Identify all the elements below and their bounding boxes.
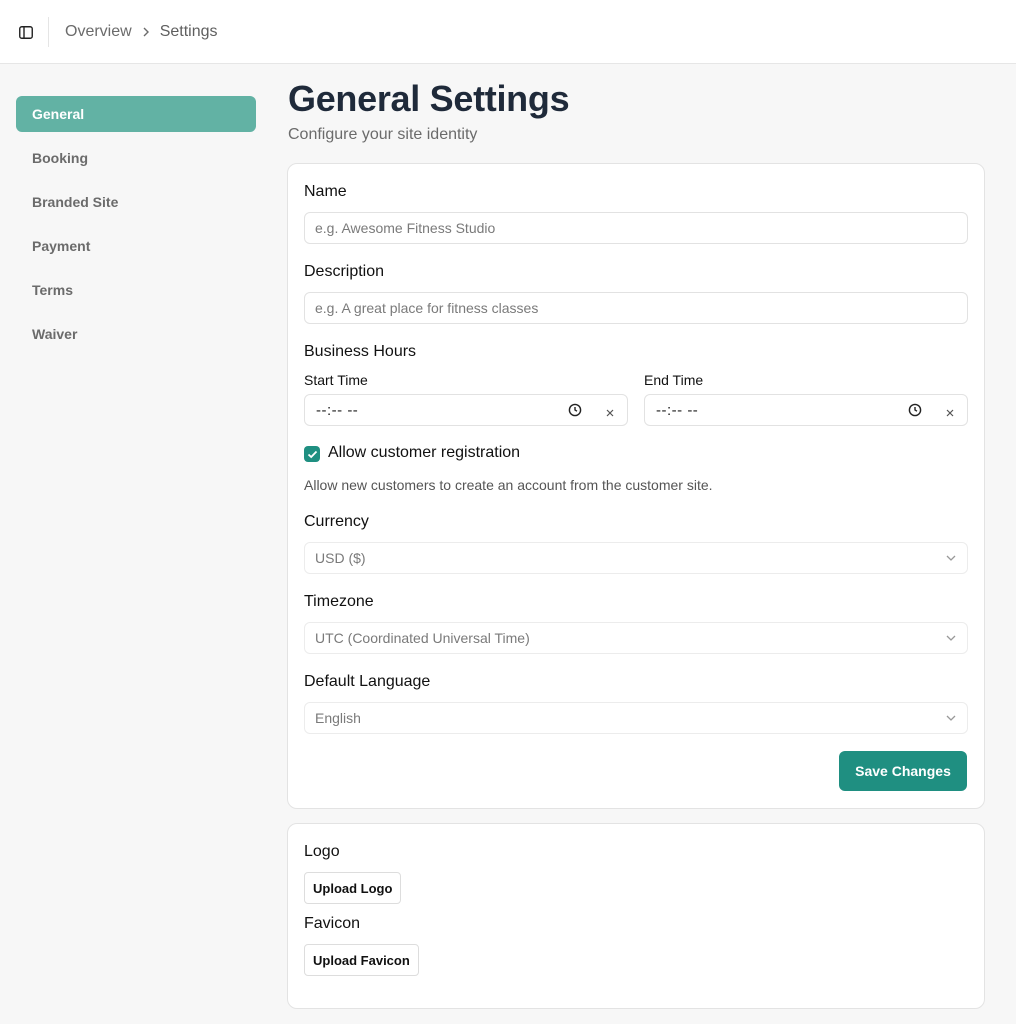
currency-select[interactable]: USD ($) xyxy=(304,542,968,574)
timezone-value: UTC (Coordinated Universal Time) xyxy=(315,630,530,646)
clock-icon[interactable] xyxy=(568,403,582,417)
page-title: General Settings xyxy=(288,78,570,119)
sidebar-item-general[interactable]: General xyxy=(16,96,256,132)
top-bar: Overview Settings xyxy=(0,0,1016,64)
currency-label: Currency xyxy=(304,513,369,530)
topbar-divider xyxy=(48,17,49,47)
name-label: Name xyxy=(304,183,347,200)
chevron-down-icon xyxy=(946,555,956,561)
timezone-select[interactable]: UTC (Coordinated Universal Time) xyxy=(304,622,968,654)
breadcrumb-overview-link[interactable]: Overview xyxy=(65,23,132,41)
clear-icon[interactable] xyxy=(605,405,615,417)
favicon-label: Favicon xyxy=(304,915,361,932)
chevron-right-icon xyxy=(142,26,150,38)
business-hours-label: Business Hours xyxy=(304,343,417,360)
sidebar-item-payment[interactable]: Payment xyxy=(16,228,256,264)
currency-value: USD ($) xyxy=(315,550,366,566)
allow-registration-label[interactable]: Allow customer registration xyxy=(328,444,520,462)
clear-icon[interactable] xyxy=(945,405,955,417)
settings-sidebar: General Booking Branded Site Payment Ter… xyxy=(16,96,256,360)
timezone-label: Timezone xyxy=(304,593,374,610)
description-input[interactable] xyxy=(304,292,968,324)
start-time-value: --:-- -- xyxy=(316,401,359,419)
sidebar-item-booking[interactable]: Booking xyxy=(16,140,256,176)
upload-favicon-button[interactable]: Upload Favicon xyxy=(304,944,419,976)
allow-registration-checkbox[interactable] xyxy=(304,446,320,462)
general-settings-card: Name Description Business Hours Start Ti… xyxy=(287,163,985,809)
branding-assets-card: Logo Upload Logo Favicon Upload Favicon xyxy=(287,823,985,1009)
breadcrumb: Overview Settings xyxy=(65,20,218,44)
default-language-label: Default Language xyxy=(304,673,431,690)
breadcrumb-current: Settings xyxy=(159,23,218,40)
save-changes-button[interactable]: Save Changes xyxy=(839,751,967,791)
check-icon xyxy=(307,450,317,458)
clock-icon[interactable] xyxy=(908,403,922,417)
description-label: Description xyxy=(304,263,385,280)
end-time-input[interactable]: --:-- -- xyxy=(644,394,968,426)
sidebar-item-terms[interactable]: Terms xyxy=(16,272,256,308)
name-input[interactable] xyxy=(304,212,968,244)
chevron-down-icon xyxy=(946,715,956,721)
start-time-label: Start Time xyxy=(304,372,368,388)
allow-registration-help: Allow new customers to create an account… xyxy=(304,477,713,493)
end-time-label: End Time xyxy=(644,372,704,388)
default-language-value: English xyxy=(315,710,361,726)
sidebar-item-branded-site[interactable]: Branded Site xyxy=(16,184,256,220)
chevron-down-icon xyxy=(946,635,956,641)
end-time-value: --:-- -- xyxy=(656,401,699,419)
start-time-input[interactable]: --:-- -- xyxy=(304,394,628,426)
upload-logo-button[interactable]: Upload Logo xyxy=(304,872,402,904)
sidebar-toggle-icon[interactable] xyxy=(14,21,38,43)
page-subtitle: Configure your site identity xyxy=(288,126,478,143)
sidebar-item-waiver[interactable]: Waiver xyxy=(16,316,256,352)
logo-label: Logo xyxy=(304,843,340,860)
default-language-select[interactable]: English xyxy=(304,702,968,734)
